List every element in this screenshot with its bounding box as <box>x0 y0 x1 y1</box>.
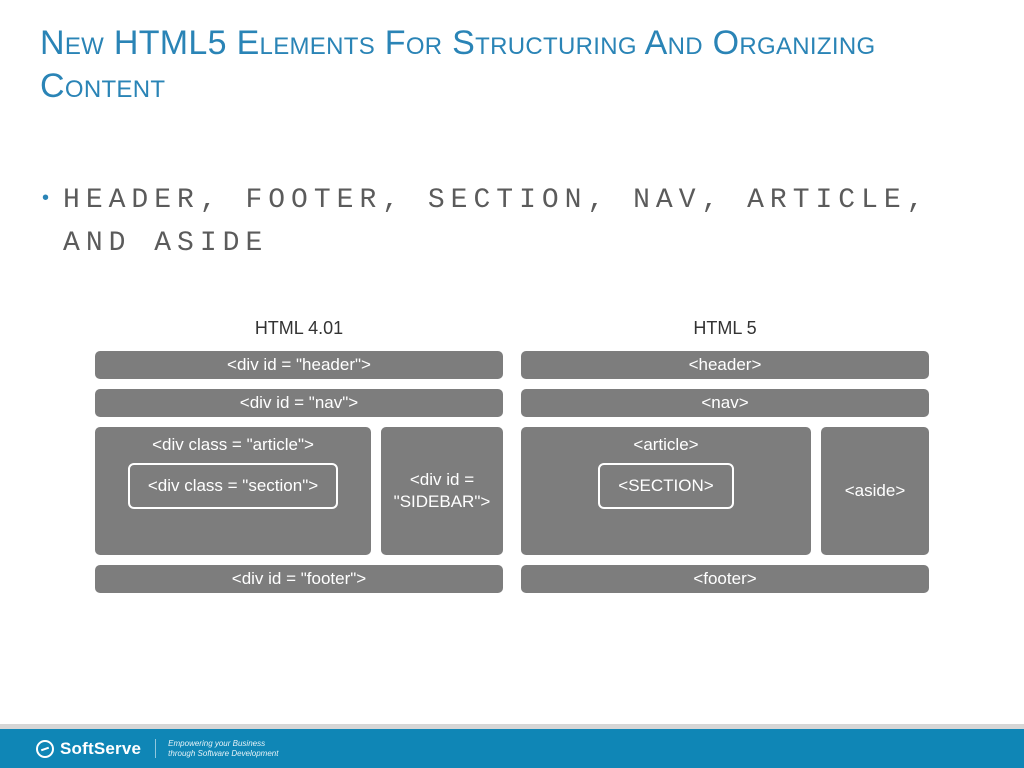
slide: New HTML5 Elements for Structuring and O… <box>0 0 1024 768</box>
html5-article-block: <article> <SECTION> <box>521 427 811 555</box>
html4-sidebar-block: <div id = "SIDEBAR"> <box>381 427 503 555</box>
softserve-logo-icon <box>36 740 54 758</box>
bullet-item: • HEADER, FOOTER, SECTION, NAV, ARTICLE,… <box>0 107 1024 266</box>
html5-footer-bar: <footer> <box>521 565 929 593</box>
brand-tagline: Empowering your Business through Softwar… <box>155 739 278 758</box>
tagline-line-2: through Software Development <box>168 749 278 759</box>
html4-footer-bar: <div id = "footer"> <box>95 565 503 593</box>
html5-section-box: <SECTION> <box>598 463 733 509</box>
html5-aside-block: <aside> <box>821 427 929 555</box>
html4-middle-row: <div class = "article"> <div class = "se… <box>95 427 503 555</box>
html5-article-label: <article> <box>633 435 698 455</box>
bullet-icon: • <box>42 183 49 213</box>
slide-footer: SoftServe Empowering your Business throu… <box>0 724 1024 768</box>
html5-nav-bar: <nav> <box>521 389 929 417</box>
brand-name: SoftServe <box>60 739 141 759</box>
html5-title: HTML 5 <box>521 318 929 339</box>
bullet-text: HEADER, FOOTER, SECTION, NAV, ARTICLE, A… <box>63 179 964 266</box>
html4-section-box: <div class = "section"> <box>128 463 338 509</box>
brand-logo: SoftServe <box>36 739 141 759</box>
html4-title: HTML 4.01 <box>95 318 503 339</box>
tagline-line-1: Empowering your Business <box>168 739 278 749</box>
html5-column: HTML 5 <header> <nav> <article> <SECTION… <box>521 318 929 603</box>
html4-article-label: <div class = "article"> <box>152 435 314 455</box>
html4-article-block: <div class = "article"> <div class = "se… <box>95 427 371 555</box>
html5-header-bar: <header> <box>521 351 929 379</box>
html5-middle-row: <article> <SECTION> <aside> <box>521 427 929 555</box>
slide-title: New HTML5 Elements for Structuring and O… <box>0 0 1024 107</box>
comparison-diagram: HTML 4.01 <div id = "header"> <div id = … <box>0 266 1024 603</box>
html4-column: HTML 4.01 <div id = "header"> <div id = … <box>95 318 503 603</box>
html4-nav-bar: <div id = "nav"> <box>95 389 503 417</box>
html4-header-bar: <div id = "header"> <box>95 351 503 379</box>
